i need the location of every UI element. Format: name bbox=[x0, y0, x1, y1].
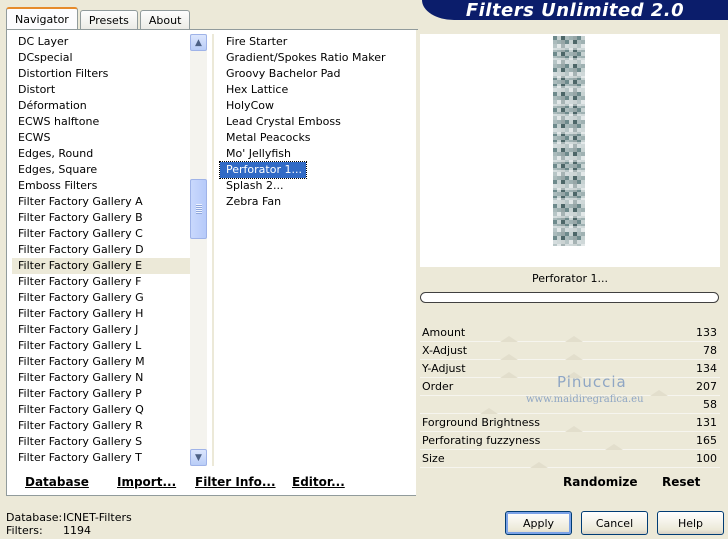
scroll-down-button[interactable]: ▼ bbox=[190, 449, 207, 466]
parameter-value: 133 bbox=[696, 326, 717, 339]
category-item[interactable]: Filter Factory Gallery N bbox=[12, 370, 190, 386]
filter-item[interactable]: Groovy Bachelor Pad bbox=[220, 66, 345, 82]
filter-item[interactable]: Perforator 1... bbox=[219, 161, 307, 179]
preview-image-perforation bbox=[553, 36, 585, 246]
parameter-row[interactable]: Amount 133 bbox=[420, 324, 720, 342]
database-label: Database: bbox=[6, 511, 63, 524]
parameter-value: 78 bbox=[703, 344, 717, 357]
category-item[interactable]: Distort bbox=[12, 82, 190, 98]
parameter-value: 134 bbox=[696, 362, 717, 375]
category-item[interactable]: Filter Factory Gallery B bbox=[12, 210, 190, 226]
category-item[interactable]: DC Layer bbox=[12, 34, 190, 50]
filters-count-value: 1194 bbox=[63, 524, 91, 537]
category-item[interactable]: Filter Factory Gallery E bbox=[12, 258, 190, 274]
parameter-row[interactable]: Forground Brightness 131 bbox=[420, 414, 720, 432]
database-button[interactable]: Database bbox=[25, 475, 89, 489]
parameter-value: 165 bbox=[696, 434, 717, 447]
parameter-label: Order bbox=[422, 380, 454, 393]
filter-list[interactable]: Fire Starter Gradient/Spokes Ratio Maker G… bbox=[219, 34, 412, 466]
tab-about[interactable]: About bbox=[139, 10, 191, 29]
import-button[interactable]: Import... bbox=[117, 475, 176, 489]
parameter-label: Size bbox=[422, 452, 445, 465]
category-item[interactable]: Filter Factory Gallery G bbox=[12, 290, 190, 306]
category-item[interactable]: Emboss Filters bbox=[12, 178, 190, 194]
parameter-value: 58 bbox=[703, 398, 717, 411]
parameter-label: Forground Brightness bbox=[422, 416, 541, 429]
filter-item[interactable]: Fire Starter bbox=[220, 34, 291, 50]
filter-item[interactable]: Hex Lattice bbox=[220, 82, 292, 98]
parameter-label: X-Adjust bbox=[422, 344, 468, 357]
app-title: Filters Unlimited 2.0 bbox=[465, 0, 685, 20]
watermark-name: Pinuccia bbox=[557, 373, 627, 391]
category-item[interactable]: Filter Factory Gallery M bbox=[12, 354, 190, 370]
navigator-actions: Database Import... Filter Info... Editor… bbox=[10, 468, 414, 494]
filter-info-button[interactable]: Filter Info... bbox=[195, 475, 276, 489]
parameter-label: Y-Adjust bbox=[422, 362, 466, 375]
parameter-value: 131 bbox=[696, 416, 717, 429]
database-value: ICNET-Filters bbox=[63, 511, 132, 524]
parameter-row[interactable]: Perforating fuzzyness 165 bbox=[420, 432, 720, 450]
list-divider bbox=[212, 34, 214, 466]
category-item[interactable]: Filter Factory Gallery T bbox=[12, 450, 190, 466]
tab-navigator[interactable]: Navigator bbox=[6, 7, 78, 29]
watermark-url: www.maidiregrafica.eu bbox=[526, 394, 644, 405]
parameter-label: Amount bbox=[422, 326, 466, 339]
title-banner: Filters Unlimited 2.0 bbox=[422, 0, 728, 20]
category-item[interactable]: Filter Factory Gallery C bbox=[12, 226, 190, 242]
apply-button[interactable]: Apply bbox=[505, 511, 572, 535]
category-item[interactable]: Filter Factory Gallery F bbox=[12, 274, 190, 290]
parameter-value: 207 bbox=[696, 380, 717, 393]
tab-bar: Navigator Presets About bbox=[6, 6, 192, 29]
parameter-label: Perforating fuzzyness bbox=[422, 434, 541, 447]
filter-item[interactable]: Lead Crystal Emboss bbox=[220, 114, 345, 130]
filter-item[interactable]: Splash 2... bbox=[220, 178, 287, 194]
status-area: Database: ICNET-Filters Filters: 1194 bbox=[6, 511, 132, 537]
filter-item[interactable]: Metal Peacocks bbox=[220, 130, 315, 146]
category-item[interactable]: Distortion Filters bbox=[12, 66, 190, 82]
help-button[interactable]: Help bbox=[657, 511, 724, 535]
category-item[interactable]: Filter Factory Gallery D bbox=[12, 242, 190, 258]
filter-item[interactable]: Gradient/Spokes Ratio Maker bbox=[220, 50, 390, 66]
scroll-up-button[interactable]: ▲ bbox=[190, 34, 207, 51]
category-item[interactable]: Filter Factory Gallery L bbox=[12, 338, 190, 354]
parameter-row[interactable]: Size 100 bbox=[420, 450, 720, 468]
category-item[interactable]: Edges, Round bbox=[12, 146, 190, 162]
cancel-button[interactable]: Cancel bbox=[581, 511, 648, 535]
tab-presets[interactable]: Presets bbox=[79, 10, 138, 29]
category-item[interactable]: ECWS halftone bbox=[12, 114, 190, 130]
category-list[interactable]: DC Layer DCspecial Distortion Filters Disto… bbox=[12, 34, 190, 466]
category-item[interactable]: Filter Factory Gallery R bbox=[12, 418, 190, 434]
filter-item[interactable]: Zebra Fan bbox=[220, 194, 285, 210]
editor-button[interactable]: Editor... bbox=[292, 475, 345, 489]
category-item[interactable]: Déformation bbox=[12, 98, 190, 114]
selected-filter-name: Perforator 1... bbox=[532, 272, 608, 285]
grip-icon bbox=[196, 204, 202, 214]
category-item[interactable]: ECWS bbox=[12, 130, 190, 146]
scroll-thumb[interactable] bbox=[190, 179, 207, 239]
category-item[interactable]: Filter Factory Gallery A bbox=[12, 194, 190, 210]
category-item[interactable]: Filter Factory Gallery P bbox=[12, 386, 190, 402]
category-item[interactable]: DCspecial bbox=[12, 50, 190, 66]
category-item[interactable]: Filter Factory Gallery S bbox=[12, 434, 190, 450]
parameter-value: 100 bbox=[696, 452, 717, 465]
category-item[interactable]: Filter Factory Gallery J bbox=[12, 322, 190, 338]
category-scrollbar[interactable]: ▲ ▼ bbox=[190, 34, 207, 466]
category-item[interactable]: Filter Factory Gallery H bbox=[12, 306, 190, 322]
parameter-row[interactable]: X-Adjust 78 bbox=[420, 342, 720, 360]
randomize-button[interactable]: Randomize bbox=[563, 475, 637, 489]
filter-item[interactable]: Mo' Jellyfish bbox=[220, 146, 295, 162]
progress-bar bbox=[420, 292, 719, 303]
category-item[interactable]: Edges, Square bbox=[12, 162, 190, 178]
reset-button[interactable]: Reset bbox=[662, 475, 700, 489]
category-item[interactable]: Filter Factory Gallery Q bbox=[12, 402, 190, 418]
preview-actions: Randomize Reset bbox=[420, 468, 720, 494]
filter-item[interactable]: HolyCow bbox=[220, 98, 278, 114]
filters-count-label: Filters: bbox=[6, 524, 43, 537]
